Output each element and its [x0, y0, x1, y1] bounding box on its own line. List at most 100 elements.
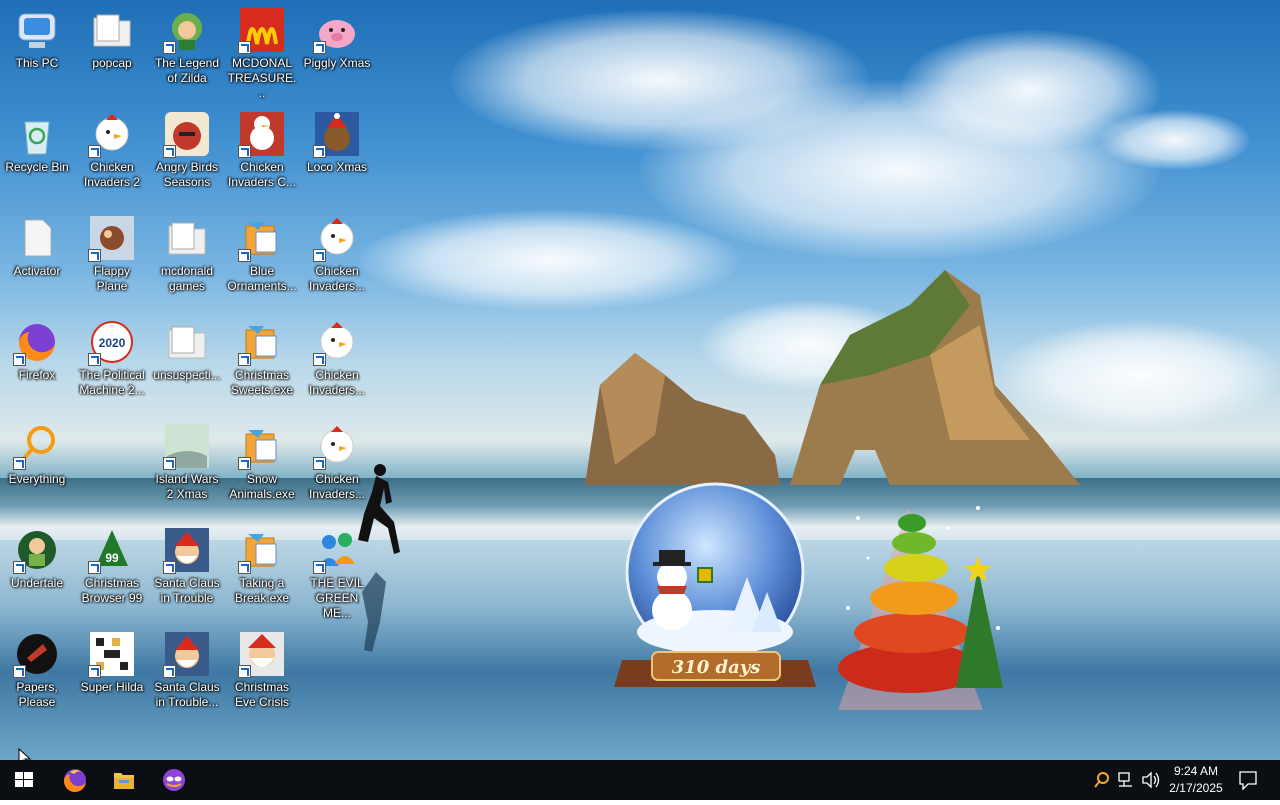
desktop-icon-label: Papers, Please: [16, 680, 58, 709]
angry-birds-icon: [163, 110, 211, 158]
desktop-icon-label: Chicken Invaders 2: [83, 160, 141, 189]
desktop-icon[interactable]: MCDONAL TREASURE...: [225, 0, 299, 100]
shortcut-arrow-icon: [163, 665, 176, 678]
desktop-icon-label: Piggly Xmas: [303, 56, 371, 70]
shortcut-arrow-icon: [238, 145, 251, 158]
tray-search-icon-button[interactable]: [1092, 760, 1112, 800]
shortcut-arrow-icon: [163, 41, 176, 54]
desktop-icon[interactable]: Santa Claus in Trouble...: [150, 624, 224, 724]
shortcut-arrow-icon: [313, 561, 326, 574]
clock-time: 9:24 AM: [1173, 764, 1219, 778]
mask-app-icon: [163, 769, 185, 791]
desktop-icon[interactable]: Chicken Invaders 2: [75, 104, 149, 204]
shortcut-arrow-icon: [163, 457, 176, 470]
notification-icon: [1239, 771, 1257, 791]
desktop-icon[interactable]: Recycle Bin: [0, 104, 74, 204]
desktop-icon[interactable]: Angry Birds Seasons: [150, 104, 224, 204]
desktop-icon[interactable]: Taking a Break.exe: [225, 520, 299, 620]
snowglobe-widget[interactable]: 310 days: [612, 482, 822, 702]
desktop-icon[interactable]: Christmas Sweets.exe: [225, 312, 299, 412]
shortcut-arrow-icon: [88, 561, 101, 574]
taskbar-firefox-button[interactable]: [50, 760, 98, 800]
desktop-icon[interactable]: Island Wars 2 Xmas: [150, 416, 224, 516]
desktop-icon[interactable]: Flappy Plane: [75, 208, 149, 308]
desktop-icon[interactable]: 99 Christmas Browser 99: [75, 520, 149, 620]
volume-icon: [1142, 771, 1160, 789]
desktop-icon[interactable]: unsuspecti...: [150, 312, 224, 412]
santa-icon: [163, 630, 211, 678]
shortcut-arrow-icon: [238, 41, 251, 54]
desktop-icon[interactable]: Loco Xmas: [300, 104, 374, 204]
zilda-game-icon: [163, 6, 211, 54]
desktop-icon[interactable]: Chicken Invaders...: [300, 312, 374, 412]
desktop-icon-label: mcdonald games: [160, 264, 214, 293]
desktop-icon[interactable]: 2020 The Political Machine 2...: [75, 312, 149, 412]
desktop-icon[interactable]: Chicken Invaders...: [300, 208, 374, 308]
desktop-icon[interactable]: mcdonald games: [150, 208, 224, 308]
desktop-icon[interactable]: THE EVIL GREEN ME...: [300, 520, 374, 620]
chicken-icon: [313, 422, 361, 470]
shortcut-arrow-icon: [238, 353, 251, 366]
desktop-icon[interactable]: Super Hilda: [75, 624, 149, 724]
desktop-icon-label: Chicken Invaders...: [308, 472, 366, 501]
shortcut-arrow-icon: [163, 145, 176, 158]
notification-center-button[interactable]: [1232, 760, 1264, 800]
tray-network-button[interactable]: [1116, 760, 1136, 800]
shortcut-arrow-icon: [238, 665, 251, 678]
chicken-icon: [313, 318, 361, 366]
desktop-icon-label: Chicken Invaders...: [308, 368, 366, 397]
christmas-tree-widget[interactable]: [828, 488, 1018, 728]
undertale-icon: [13, 526, 61, 574]
shortcut-arrow-icon: [313, 41, 326, 54]
papers-please-icon: [13, 630, 61, 678]
desktop-icon[interactable]: Firefox: [0, 312, 74, 412]
desktop[interactable]: This PC popcap The Legend of Zilda MCDONAL …: [0, 0, 1280, 760]
desktop-icon[interactable]: Piggly Xmas: [300, 0, 374, 100]
taskbar: 9:24 AM 2/17/2025: [0, 760, 1280, 800]
clock[interactable]: 9:24 AM 2/17/2025: [1162, 760, 1230, 800]
svg-text:99: 99: [105, 551, 119, 565]
taskbar-file-explorer-button[interactable]: [100, 760, 148, 800]
desktop-icon[interactable]: Papers, Please: [0, 624, 74, 724]
island-icon: [163, 422, 211, 470]
computer-icon: [13, 6, 61, 54]
desktop-icon[interactable]: Blue Ornaments...: [225, 208, 299, 308]
desktop-icon[interactable]: Activator: [0, 208, 74, 308]
shortcut-arrow-icon: [313, 145, 326, 158]
installer-icon: [238, 214, 286, 262]
start-button[interactable]: [0, 760, 48, 800]
pixel-icon: [88, 630, 136, 678]
tray-volume-button[interactable]: [1140, 760, 1162, 800]
desktop-icon-label: Santa Claus in Trouble...: [154, 680, 220, 709]
desktop-icon[interactable]: The Legend of Zilda: [150, 0, 224, 100]
folder-icon: [88, 6, 136, 54]
desktop-icon[interactable]: Christmas Eve Crisis: [225, 624, 299, 724]
desktop-icon[interactable]: popcap: [75, 0, 149, 100]
desktop-icon[interactable]: Snow Animals.exe: [225, 416, 299, 516]
desktop-icon-label: Loco Xmas: [306, 160, 368, 174]
bear-icon: [313, 110, 361, 158]
desktop-icon[interactable]: Everything: [0, 416, 74, 516]
desktop-icon-label: Recycle Bin: [5, 160, 69, 174]
rock-arch-left: [585, 353, 780, 485]
desktop-icon-label: Chicken Invaders C...: [227, 160, 297, 189]
shortcut-arrow-icon: [13, 561, 26, 574]
desktop-icon[interactable]: Chicken Invaders C...: [225, 104, 299, 204]
plane-icon: [88, 214, 136, 262]
shortcut-arrow-icon: [88, 249, 101, 262]
desktop-icon[interactable]: Santa Claus in Trouble: [150, 520, 224, 620]
taskbar-mask-app-button[interactable]: [150, 760, 198, 800]
people-icon: [313, 526, 361, 574]
desktop-icon[interactable]: This PC: [0, 0, 74, 100]
installer-icon: [238, 526, 286, 574]
recycle-bin-icon: [13, 110, 61, 158]
desktop-icon-label: The Political Machine 2...: [79, 368, 145, 397]
folder-icon: [163, 214, 211, 262]
desktop-icon-label: The Legend of Zilda: [154, 56, 220, 85]
desktop-icon-label: Everything: [8, 472, 66, 486]
desktop-icon[interactable]: Chicken Invaders...: [300, 416, 374, 516]
installer-icon: [238, 318, 286, 366]
desktop-icon[interactable]: Undertale: [0, 520, 74, 620]
desktop-icon-label: unsuspecti...: [153, 368, 221, 382]
snowglobe-icon: 310 days: [614, 482, 816, 687]
